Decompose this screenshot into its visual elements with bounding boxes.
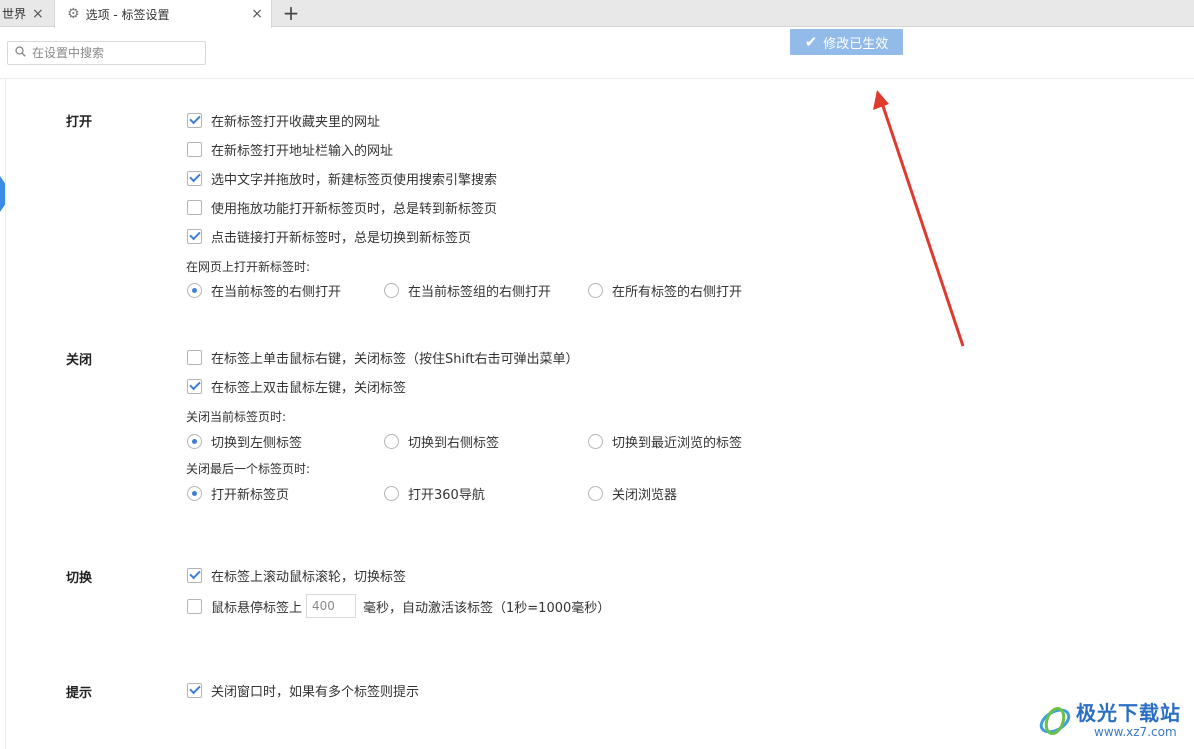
radio-button[interactable] <box>588 433 603 449</box>
watermark-url: www.xz7.com <box>1094 725 1177 739</box>
option-open-address-bar[interactable]: 在新标签打开地址栏输入的网址 <box>187 140 394 159</box>
option-label: 在标签上滚动鼠标滚轮，切换标签 <box>211 569 407 585</box>
radio-button[interactable] <box>187 433 202 449</box>
option-label: 点击链接打开新标签时，总是切换到新标签页 <box>211 230 472 246</box>
checkbox[interactable] <box>187 228 202 244</box>
radio-label: 切换到最近浏览的标签 <box>612 435 743 451</box>
radio-button[interactable] <box>588 485 603 501</box>
option-label: 关闭窗口时，如果有多个标签则提示 <box>211 684 420 700</box>
option-label: 在标签上单击鼠标右键，关闭标签（按住Shift右击可弹出菜单） <box>211 351 579 367</box>
radio-open-new-tab[interactable]: 打开新标签页 <box>187 484 290 503</box>
annotation-arrow <box>873 90 965 347</box>
radio-open-right-current[interactable]: 在当前标签的右侧打开 <box>187 281 342 300</box>
close-icon[interactable]: × <box>32 6 44 22</box>
radio-label: 关闭浏览器 <box>612 487 678 503</box>
checkbox[interactable] <box>187 349 202 365</box>
hover-delay-input[interactable] <box>306 594 357 618</box>
option-link-switch[interactable]: 点击链接打开新标签时，总是切换到新标签页 <box>187 227 472 246</box>
option-label: 鼠标悬停标签上 <box>211 600 303 616</box>
option-label: 在新标签打开收藏夹里的网址 <box>211 114 381 130</box>
option-open-favorites[interactable]: 在新标签打开收藏夹里的网址 <box>187 111 381 130</box>
tab-strip: 世界 × ⚙ 选项 - 标签设置 × + <box>0 0 1194 28</box>
nav-divider <box>5 79 6 749</box>
tab-world[interactable]: 世界 × <box>0 0 52 27</box>
radio-label: 在当前标签的右侧打开 <box>211 284 342 300</box>
watermark-title: 极光下载站 <box>1076 701 1181 725</box>
checkbox[interactable] <box>187 682 202 698</box>
option-label: 在标签上双击鼠标左键，关闭标签 <box>211 380 407 396</box>
radio-button[interactable] <box>187 485 202 501</box>
checkbox[interactable] <box>187 378 202 394</box>
new-tab-button[interactable]: + <box>282 1 300 25</box>
search-icon <box>15 46 26 60</box>
radio-button[interactable] <box>384 433 399 449</box>
saved-toast: ✔ 修改已生效 <box>790 29 903 55</box>
radio-label: 打开360导航 <box>408 487 485 503</box>
radio-switch-recent[interactable]: 切换到最近浏览的标签 <box>588 432 743 451</box>
radio-open-right-group[interactable]: 在当前标签组的右侧打开 <box>384 281 552 300</box>
close-icon[interactable]: × <box>251 6 263 22</box>
tab-settings[interactable]: ⚙ 选项 - 标签设置 × <box>54 0 272 28</box>
option-drag-search[interactable]: 选中文字并拖放时，新建标签页使用搜索引擎搜索 <box>187 169 498 188</box>
radio-open-right-all[interactable]: 在所有标签的右侧打开 <box>588 281 743 300</box>
watermark: 极光下载站 www.xz7.com <box>1036 695 1186 745</box>
checkbox[interactable] <box>187 567 202 583</box>
close-current-label: 关闭当前标签页时: <box>186 410 287 424</box>
option-drag-switch[interactable]: 使用拖放功能打开新标签页时，总是转到新标签页 <box>187 198 498 217</box>
option-close-window-prompt[interactable]: 关闭窗口时，如果有多个标签则提示 <box>187 681 420 700</box>
radio-switch-right[interactable]: 切换到右侧标签 <box>384 432 500 451</box>
radio-button[interactable] <box>384 282 399 298</box>
option-hover-activate[interactable]: 鼠标悬停标签上 毫秒，自动激活该标签（1秒=1000毫秒） <box>187 594 611 618</box>
radio-label: 切换到左侧标签 <box>211 435 303 451</box>
radio-close-browser[interactable]: 关闭浏览器 <box>588 484 678 503</box>
toast-text: 修改已生效 <box>823 36 889 52</box>
checkbox[interactable] <box>187 112 202 128</box>
radio-open-360-nav[interactable]: 打开360导航 <box>384 484 485 503</box>
section-title-close: 关闭 <box>66 353 93 368</box>
option-label: 毫秒，自动激活该标签（1秒=1000毫秒） <box>363 600 611 616</box>
radio-label: 在所有标签的右侧打开 <box>612 284 743 300</box>
radio-button[interactable] <box>384 485 399 501</box>
option-label: 选中文字并拖放时，新建标签页使用搜索引擎搜索 <box>211 172 498 188</box>
search-box[interactable] <box>7 41 206 65</box>
watermark-logo-icon <box>1039 706 1071 736</box>
radio-label: 打开新标签页 <box>211 487 290 503</box>
radio-button[interactable] <box>588 282 603 298</box>
settings-header: ✔ 修改已生效 <box>0 28 1194 79</box>
check-icon: ✔ <box>804 33 818 51</box>
gear-icon: ⚙ <box>67 6 80 22</box>
checkbox[interactable] <box>187 141 202 157</box>
search-input[interactable] <box>32 46 192 60</box>
option-right-click-close[interactable]: 在标签上单击鼠标右键，关闭标签（按住Shift右击可弹出菜单） <box>187 348 579 367</box>
radio-button[interactable] <box>187 282 202 298</box>
tab-label: 选项 - 标签设置 <box>85 7 170 22</box>
radio-switch-left[interactable]: 切换到左侧标签 <box>187 432 303 451</box>
option-double-click-close[interactable]: 在标签上双击鼠标左键，关闭标签 <box>187 377 407 396</box>
radio-label: 在当前标签组的右侧打开 <box>408 284 552 300</box>
section-title-switch: 切换 <box>66 571 93 586</box>
open-position-label: 在网页上打开新标签时: <box>186 260 311 274</box>
option-label: 在新标签打开地址栏输入的网址 <box>211 143 394 159</box>
section-title-open: 打开 <box>66 115 93 130</box>
close-last-label: 关闭最后一个标签页时: <box>186 462 311 476</box>
option-wheel-switch[interactable]: 在标签上滚动鼠标滚轮，切换标签 <box>187 566 407 585</box>
radio-label: 切换到右侧标签 <box>408 435 500 451</box>
checkbox[interactable] <box>187 199 202 215</box>
option-label: 使用拖放功能打开新标签页时，总是转到新标签页 <box>211 201 498 217</box>
checkbox[interactable] <box>187 598 202 614</box>
tab-label: 世界 <box>2 7 27 21</box>
checkbox[interactable] <box>187 170 202 186</box>
section-title-tips: 提示 <box>66 686 93 701</box>
